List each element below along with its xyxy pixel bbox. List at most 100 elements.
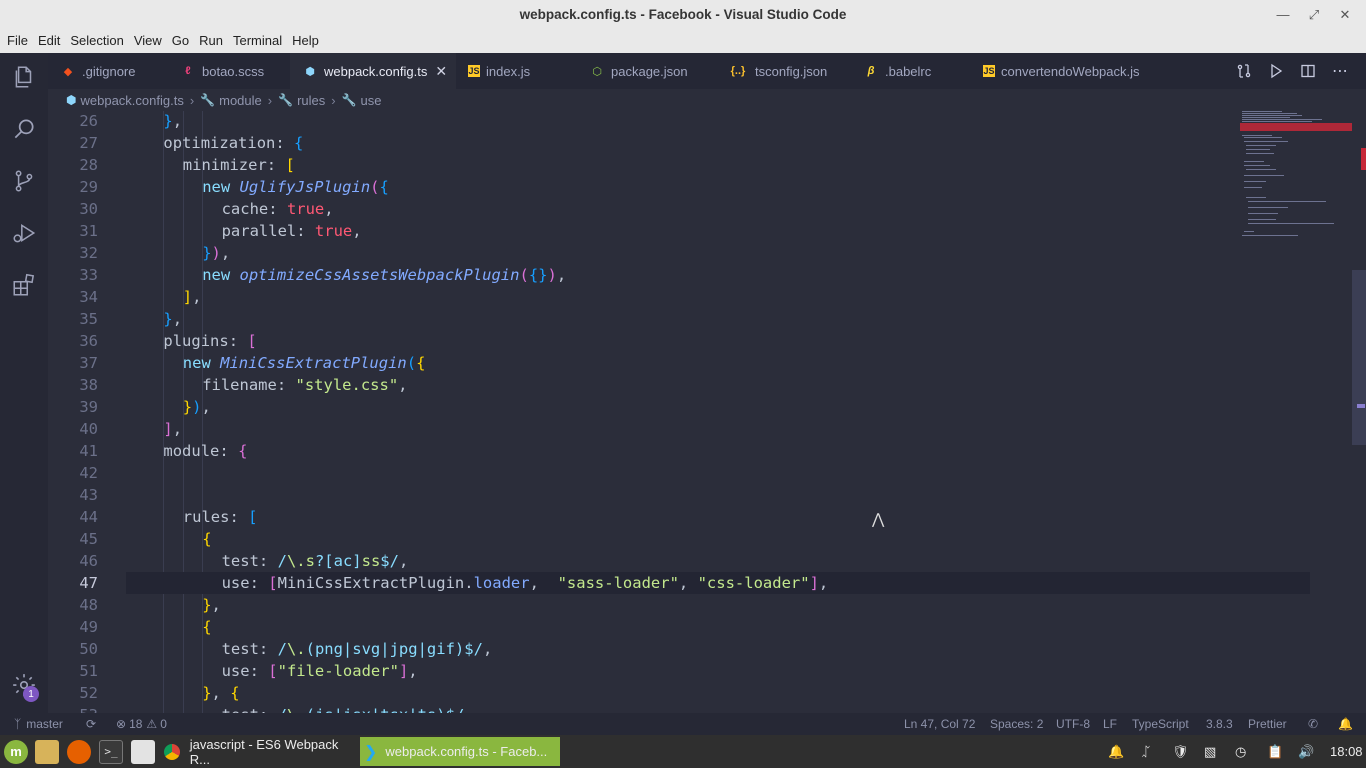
tab-gitignore[interactable]: ◆ .gitignore bbox=[48, 53, 168, 89]
code-line[interactable]: 29 new UglifyJsPlugin({ bbox=[48, 176, 1232, 198]
close-tab-icon[interactable]: ✕ bbox=[435, 63, 447, 80]
language-mode[interactable]: TypeScript bbox=[1132, 713, 1189, 735]
search-icon[interactable] bbox=[0, 105, 48, 153]
run-debug-icon[interactable] bbox=[0, 209, 48, 257]
problems-indicator[interactable]: ⊗ 18 ⚠ 0 bbox=[116, 713, 167, 735]
split-editor-icon[interactable] bbox=[1292, 53, 1324, 89]
code-line[interactable]: 27 optimization: { bbox=[48, 132, 1232, 154]
notifications-tray-icon[interactable]: 🔔 bbox=[1108, 737, 1124, 766]
vertical-scrollbar[interactable] bbox=[1352, 270, 1366, 445]
line-code: module: { bbox=[163, 440, 247, 462]
minimize-icon[interactable]: — bbox=[1268, 0, 1298, 29]
files-icon[interactable] bbox=[35, 737, 59, 766]
code-token: , bbox=[529, 574, 558, 592]
compare-changes-icon[interactable] bbox=[1228, 53, 1260, 89]
taskbar-app-chrome[interactable]: javascript - ES6 Webpack R... bbox=[160, 737, 360, 767]
code-line[interactable]: 46 test: /\.s?[ac]ss$/, bbox=[48, 550, 1232, 572]
settings-gear-icon[interactable]: 1 bbox=[0, 661, 48, 709]
restore-icon[interactable]: ⤢ bbox=[1299, 0, 1329, 29]
line-number: 40 bbox=[79, 420, 98, 438]
line-number: 46 bbox=[79, 552, 98, 570]
end-of-line[interactable]: LF bbox=[1103, 713, 1117, 735]
volume-icon[interactable]: 🔊 bbox=[1298, 737, 1314, 766]
menu-help[interactable]: Help bbox=[287, 30, 324, 52]
code-line[interactable]: 45 { bbox=[48, 528, 1232, 550]
clock[interactable]: 18:08 bbox=[1330, 737, 1363, 766]
breadcrumb-module[interactable]: module bbox=[219, 93, 262, 108]
mint-menu-icon[interactable]: m bbox=[4, 737, 28, 766]
encoding[interactable]: UTF-8 bbox=[1056, 713, 1090, 735]
feedback-icon[interactable]: ✆ bbox=[1308, 713, 1318, 735]
code-editor[interactable]: 26}, 27 optimization: {28 minimizer: [29 new… bbox=[48, 111, 1366, 713]
code-line[interactable]: 28 minimizer: [ bbox=[48, 154, 1232, 176]
tab-webpack-config[interactable]: ⬢ webpack.config.ts ✕ bbox=[290, 53, 456, 89]
tab-package-json[interactable]: ⬡ package.json bbox=[577, 53, 715, 89]
code-line[interactable]: 30 cache: true, bbox=[48, 198, 1232, 220]
extensions-icon[interactable] bbox=[0, 261, 48, 309]
tab-botao-scss[interactable]: ℓ botao.scss bbox=[168, 53, 290, 89]
code-line[interactable]: 53test: /\.(js|jsx|tsx|ts)$/ bbox=[48, 704, 1232, 713]
code-token: [ bbox=[285, 156, 295, 174]
close-icon[interactable]: ✕ bbox=[1330, 0, 1360, 29]
network-icon[interactable]: ▧ bbox=[1204, 737, 1216, 766]
code-line[interactable]: 36 plugins: [ bbox=[48, 330, 1232, 352]
code-line[interactable]: 44 rules: [ bbox=[48, 506, 1232, 528]
menu-file[interactable]: File bbox=[2, 30, 33, 52]
shield-icon[interactable]: 🛡 bbox=[1172, 737, 1189, 766]
update-clock-icon[interactable]: ◷ bbox=[1235, 737, 1246, 766]
code-line[interactable]: 39}), bbox=[48, 396, 1232, 418]
code-line[interactable]: 38 filename: "style.css", bbox=[48, 374, 1232, 396]
minimap[interactable] bbox=[1240, 111, 1355, 251]
bluetooth-icon[interactable]: ᛢ bbox=[1142, 737, 1150, 766]
clipboard-icon[interactable]: 📋 bbox=[1267, 737, 1283, 766]
code-line[interactable]: 37 new MiniCssExtractPlugin({ bbox=[48, 352, 1232, 374]
formatter[interactable]: Prettier bbox=[1248, 713, 1287, 735]
code-token: } bbox=[182, 398, 193, 416]
breadcrumb-use[interactable]: use bbox=[361, 93, 382, 108]
code-line[interactable]: 33 new optimizeCssAssetsWebpackPlugin({})… bbox=[48, 264, 1232, 286]
typescript-version[interactable]: 3.8.3 bbox=[1206, 713, 1233, 735]
code-line[interactable]: 43 bbox=[48, 484, 1232, 506]
tab-convertendo-webpack[interactable]: JS convertendoWebpack.js bbox=[971, 53, 1173, 89]
text-editor-icon[interactable] bbox=[131, 737, 155, 766]
breadcrumb-rules[interactable]: rules bbox=[297, 93, 325, 108]
code-line[interactable]: 48}, bbox=[48, 594, 1232, 616]
firefox-icon[interactable] bbox=[67, 737, 91, 766]
menu-edit[interactable]: Edit bbox=[33, 30, 65, 52]
taskbar-app-vscode[interactable]: ❯ webpack.config.ts - Faceb... bbox=[360, 737, 560, 766]
menu-terminal[interactable]: Terminal bbox=[228, 30, 287, 52]
code-line[interactable]: 52}, { bbox=[48, 682, 1232, 704]
code-line[interactable]: 41 module: { bbox=[48, 440, 1232, 462]
code-line[interactable]: 34], bbox=[48, 286, 1232, 308]
more-actions-icon[interactable]: ⋯ bbox=[1324, 53, 1356, 89]
menu-go[interactable]: Go bbox=[167, 30, 194, 52]
indentation[interactable]: Spaces: 2 bbox=[990, 713, 1043, 735]
code-line[interactable]: 47 use: [MiniCssExtractPlugin.loader, "sa… bbox=[79, 572, 1310, 594]
code-line[interactable]: 51 use: ["file-loader"], bbox=[48, 660, 1232, 682]
menu-view[interactable]: View bbox=[129, 30, 167, 52]
run-icon[interactable] bbox=[1260, 53, 1292, 89]
code-line[interactable]: 49 { bbox=[48, 616, 1232, 638]
code-line[interactable]: 32}), bbox=[48, 242, 1232, 264]
code-line[interactable]: 35}, bbox=[48, 308, 1232, 330]
source-control-icon[interactable] bbox=[0, 157, 48, 205]
breadcrumb-file[interactable]: webpack.config.ts bbox=[80, 93, 183, 108]
code-line[interactable]: 42 bbox=[48, 462, 1232, 484]
sync-icon[interactable]: ⟳ bbox=[86, 713, 96, 735]
explorer-icon[interactable] bbox=[0, 53, 48, 101]
code-line[interactable]: 26}, bbox=[48, 111, 1232, 132]
notifications-bell-icon[interactable]: 🔔 bbox=[1338, 713, 1353, 735]
terminal-icon[interactable]: >_ bbox=[99, 737, 123, 766]
code-token: } bbox=[163, 112, 173, 130]
code-line[interactable]: 31 parallel: true, bbox=[48, 220, 1232, 242]
code-line[interactable]: 50 test: /\.(png|svg|jpg|gif)$/, bbox=[48, 638, 1232, 660]
tab-tsconfig-json[interactable]: {..} tsconfig.json bbox=[715, 53, 851, 89]
cursor-position[interactable]: Ln 47, Col 72 bbox=[904, 713, 975, 735]
menu-run[interactable]: Run bbox=[194, 30, 228, 52]
tab-index-js[interactable]: JS index.js bbox=[456, 53, 577, 89]
property-icon: 🔧 bbox=[341, 93, 357, 107]
menu-selection[interactable]: Selection bbox=[65, 30, 128, 52]
code-line[interactable]: 40], bbox=[48, 418, 1232, 440]
branch-indicator[interactable]: ᛉ master bbox=[14, 713, 63, 735]
tab-babelrc[interactable]: β .babelrc bbox=[851, 53, 971, 89]
